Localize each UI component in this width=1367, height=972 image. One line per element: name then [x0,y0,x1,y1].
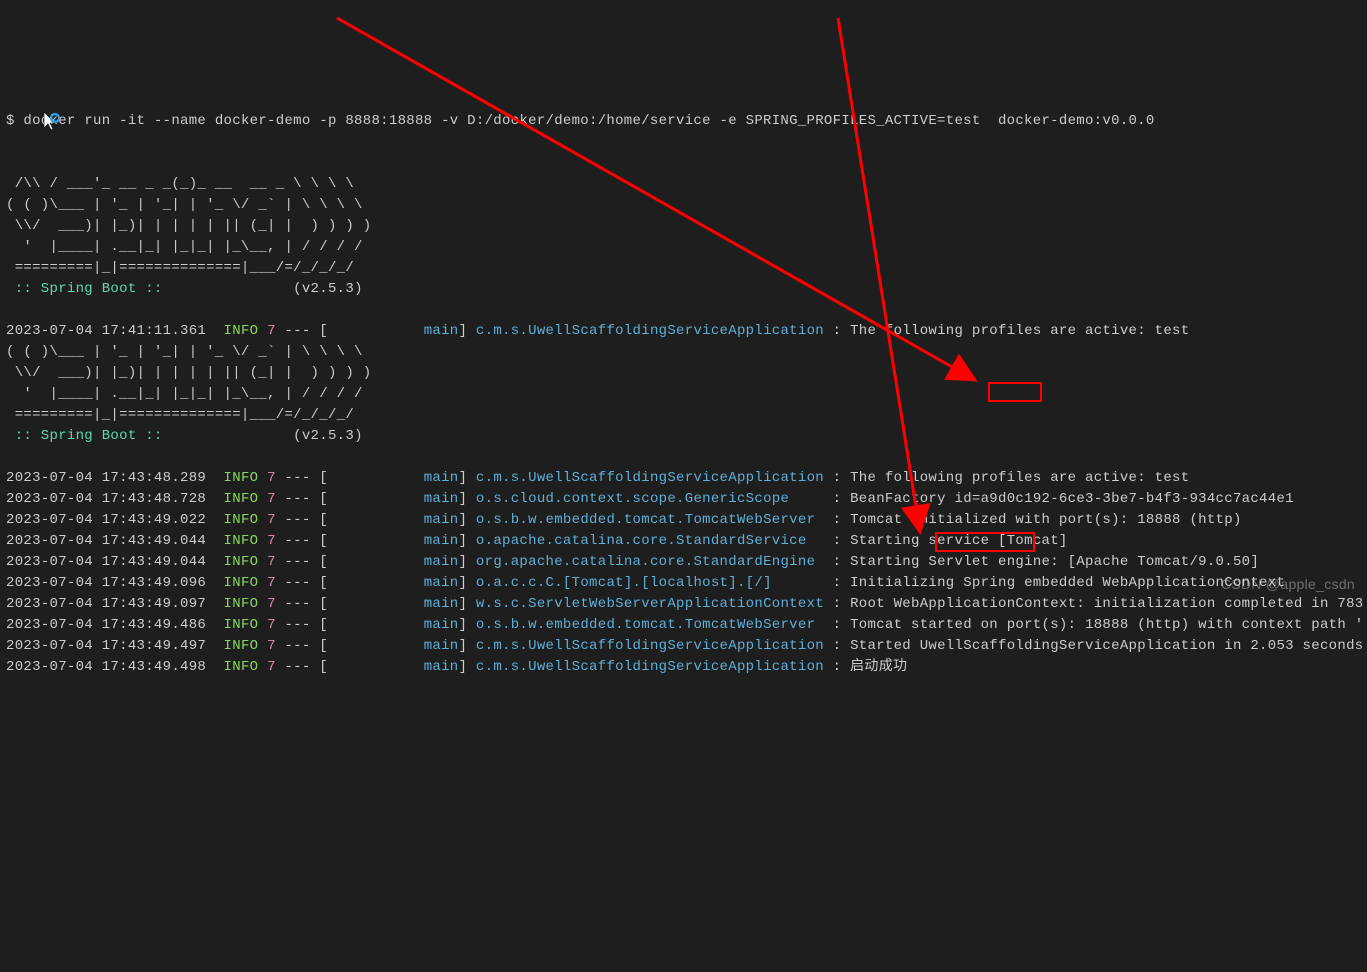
log-line: 2023-07-04 17:43:49.097 INFO 7 --- [ mai… [6,596,1367,612]
log-line: 2023-07-04 17:43:49.096 INFO 7 --- [ mai… [6,575,1285,591]
spring-ascii-banner-2: ( ( )\___ | '_ | '_| | '_ \/ _` | \ \ \ … [6,344,371,423]
terminal-output: $ docker run -it --name docker-demo -p 8… [6,90,1361,678]
docker-command: docker run -it --name docker-demo -p 888… [23,113,1154,129]
log-line: 2023-07-04 17:43:48.289 INFO 7 --- [ mai… [6,470,1189,486]
log-line: 2023-07-04 17:43:48.728 INFO 7 --- [ mai… [6,491,1294,507]
log-line: 2023-07-04 17:43:49.498 INFO 7 --- [ mai… [6,659,907,675]
log-logger: c.m.s.UwellScaffoldingServiceApplication [476,323,824,339]
spring-boot-label-1: :: Spring Boot :: [6,281,171,297]
spring-boot-label-2: :: Spring Boot :: [6,428,171,444]
log-level: INFO [224,323,259,339]
log-line: 2023-07-04 17:43:49.497 INFO 7 --- [ mai… [6,638,1367,654]
watermark: CSDN @apple_csdn [1221,574,1355,595]
log-msg: : The following profiles are active: tes… [824,323,1189,339]
log-line: 2023-07-04 17:43:49.044 INFO 7 --- [ mai… [6,533,1068,549]
log-pid: 7 [267,323,276,339]
spring-version-1: (v2.5.3) [293,281,363,297]
prompt-symbol: $ [6,113,23,129]
spring-version-2: (v2.5.3) [293,428,363,444]
command-line: $ docker run -it --name docker-demo -p 8… [6,113,1155,129]
spring-ascii-banner-1: /\\ / ___'_ __ _ _(_)_ __ __ _ \ \ \ \ (… [6,176,371,276]
log-thread: main [424,323,459,339]
log-line: 2023-07-04 17:43:49.044 INFO 7 --- [ mai… [6,554,1259,570]
log-ts: 2023-07-04 17:41:11.361 [6,323,206,339]
log-line: 2023-07-04 17:43:49.022 INFO 7 --- [ mai… [6,512,1242,528]
log-line: 2023-07-04 17:43:49.486 INFO 7 --- [ mai… [6,617,1367,633]
